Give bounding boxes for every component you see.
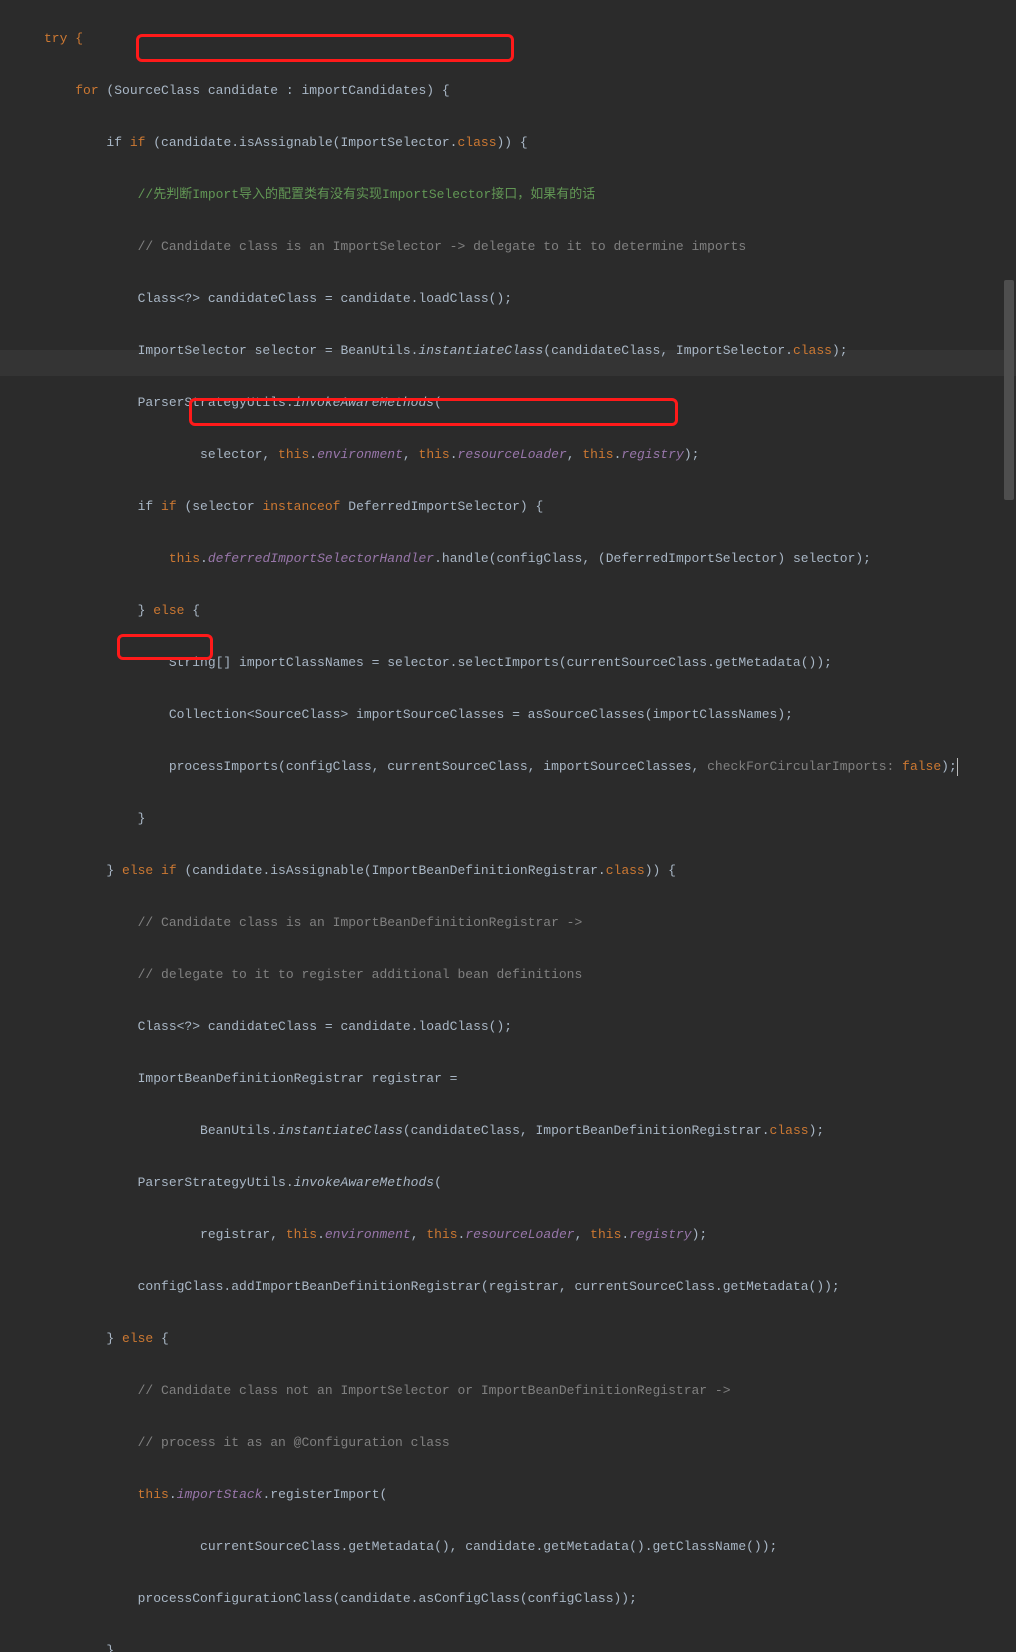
code-line: ParserStrategyUtils.invokeAwareMethods( bbox=[44, 1170, 1016, 1196]
code-line: } else { bbox=[44, 1326, 1016, 1352]
code-line: processConfigurationClass(candidate.asCo… bbox=[44, 1586, 1016, 1612]
code-line: // Candidate class is an ImportSelector … bbox=[44, 234, 1016, 260]
code-line: String[] importClassNames = selector.sel… bbox=[44, 650, 1016, 676]
code-line: this.importStack.registerImport( bbox=[44, 1482, 1016, 1508]
code-line: if if (candidate.isAssignable(ImportSele… bbox=[44, 130, 1016, 156]
code-line: } bbox=[44, 806, 1016, 832]
code-line: selector, this.environment, this.resourc… bbox=[44, 442, 1016, 468]
code-line: BeanUtils.instantiateClass(candidateClas… bbox=[44, 1118, 1016, 1144]
code-line: if if (selector instanceof DeferredImpor… bbox=[44, 494, 1016, 520]
code-line: } bbox=[44, 1638, 1016, 1652]
code-line: } else if (candidate.isAssignable(Import… bbox=[44, 858, 1016, 884]
code-line: // process it as an @Configuration class bbox=[44, 1430, 1016, 1456]
code-line: ParserStrategyUtils.invokeAwareMethods( bbox=[44, 390, 1016, 416]
code-line: Collection<SourceClass> importSourceClas… bbox=[44, 702, 1016, 728]
code-line: // Candidate class not an ImportSelector… bbox=[44, 1378, 1016, 1404]
text-cursor bbox=[957, 758, 958, 776]
code-line: ImportSelector selector = BeanUtils.inst… bbox=[44, 338, 1016, 364]
code-line: } else { bbox=[44, 598, 1016, 624]
code-line: registrar, this.environment, this.resour… bbox=[44, 1222, 1016, 1248]
code-line: for (SourceClass candidate : importCandi… bbox=[44, 78, 1016, 104]
code-line: currentSourceClass.getMetadata(), candid… bbox=[44, 1534, 1016, 1560]
code-line: ImportBeanDefinitionRegistrar registrar … bbox=[44, 1066, 1016, 1092]
code-line: processImports(configClass, currentSourc… bbox=[44, 754, 1016, 780]
code-editor[interactable]: try { for (SourceClass candidate : impor… bbox=[0, 0, 1016, 1652]
code-line: Class<?> candidateClass = candidate.load… bbox=[44, 286, 1016, 312]
code-line: Class<?> candidateClass = candidate.load… bbox=[44, 1014, 1016, 1040]
vertical-scrollbar[interactable] bbox=[1004, 0, 1014, 826]
code-line: this.deferredImportSelectorHandler.handl… bbox=[44, 546, 1016, 572]
code-line: configClass.addImportBeanDefinitionRegis… bbox=[44, 1274, 1016, 1300]
vertical-scrollbar-thumb[interactable] bbox=[1004, 280, 1014, 500]
code-line: // delegate to it to register additional… bbox=[44, 962, 1016, 988]
code-line: //先判断Import导入的配置类有没有实现ImportSelector接口，如… bbox=[44, 182, 1016, 208]
code-line: // Candidate class is an ImportBeanDefin… bbox=[44, 910, 1016, 936]
code-line: try { bbox=[44, 26, 1016, 52]
